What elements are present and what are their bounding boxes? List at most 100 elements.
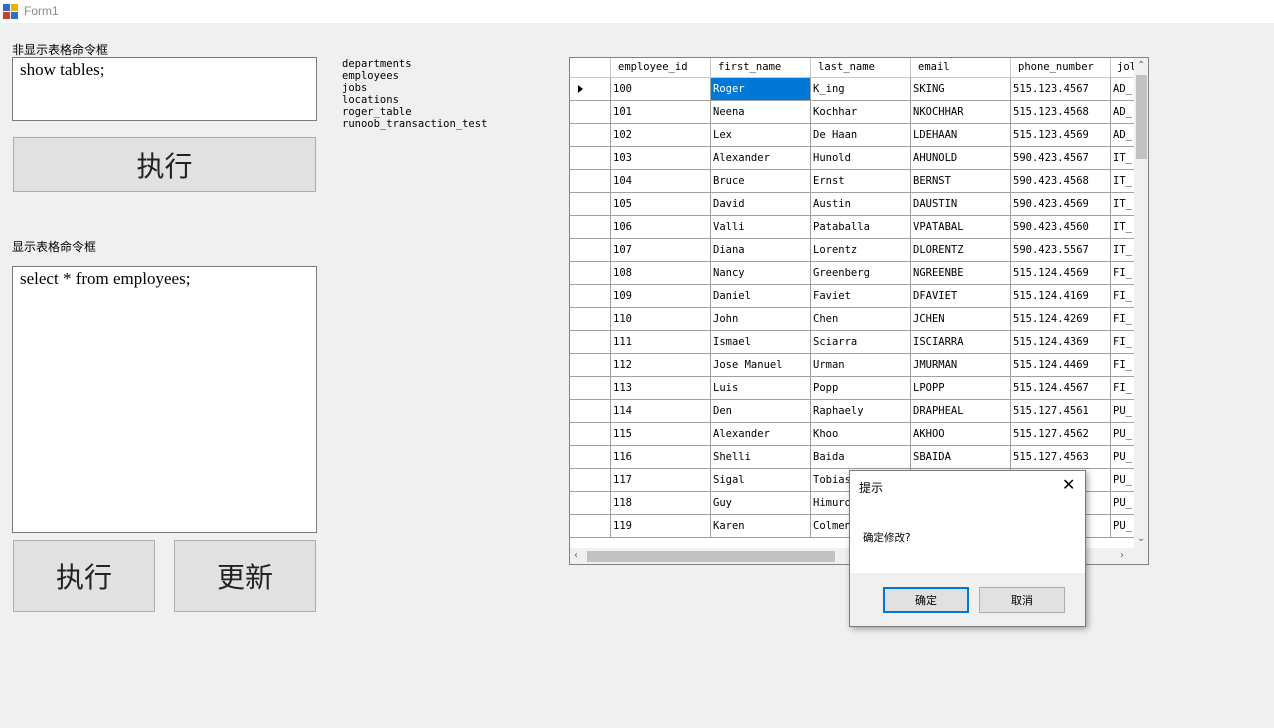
- row-header[interactable]: [570, 446, 611, 469]
- first-name-cell[interactable]: Alexander: [711, 423, 811, 446]
- phone-number-cell[interactable]: 515.123.4568: [1011, 101, 1111, 124]
- email-cell[interactable]: ISCIARRA: [911, 331, 1011, 354]
- first-name-cell[interactable]: Guy: [711, 492, 811, 515]
- table-row[interactable]: 111 Ismael Sciarra ISCIARRA 515.124.4369 FI_: [570, 331, 1134, 354]
- phone-number-cell[interactable]: 515.124.4369: [1011, 331, 1111, 354]
- email-cell[interactable]: SBAIDA: [911, 446, 1011, 469]
- employee-id-cell[interactable]: 101: [611, 101, 711, 124]
- email-cell[interactable]: BERNST: [911, 170, 1011, 193]
- row-header[interactable]: [570, 147, 611, 170]
- row-header[interactable]: [570, 400, 611, 423]
- phone-number-cell[interactable]: 515.127.4562: [1011, 423, 1111, 446]
- table-row[interactable]: 108 Nancy Greenberg NGREENBE 515.124.4569 FI_: [570, 262, 1134, 285]
- row-header[interactable]: [570, 193, 611, 216]
- phone-number-cell[interactable]: 515.124.4569: [1011, 262, 1111, 285]
- last-name-cell[interactable]: Hunold: [811, 147, 911, 170]
- row-header[interactable]: [570, 377, 611, 400]
- first-name-cell[interactable]: Daniel: [711, 285, 811, 308]
- scroll-left-icon[interactable]: ‹: [574, 551, 578, 561]
- employee-id-cell[interactable]: 111: [611, 331, 711, 354]
- last-name-cell[interactable]: Urman: [811, 354, 911, 377]
- first-name-cell[interactable]: Diana: [711, 239, 811, 262]
- employee-id-cell[interactable]: 100: [611, 78, 711, 101]
- job-id-cell[interactable]: PU_: [1111, 400, 1134, 423]
- row-header[interactable]: [570, 354, 611, 377]
- table-row[interactable]: 113 Luis Popp LPOPP 515.124.4567 FI_: [570, 377, 1134, 400]
- employee-id-cell[interactable]: 116: [611, 446, 711, 469]
- phone-number-cell[interactable]: 590.423.4569: [1011, 193, 1111, 216]
- employee-id-cell[interactable]: 115: [611, 423, 711, 446]
- last-name-cell[interactable]: Pataballa: [811, 216, 911, 239]
- employee-id-cell[interactable]: 106: [611, 216, 711, 239]
- first-name-cell[interactable]: Jose Manuel: [711, 354, 811, 377]
- job-id-cell[interactable]: IT_: [1111, 239, 1134, 262]
- non-table-command-input[interactable]: show tables;: [12, 57, 317, 121]
- job-id-cell[interactable]: FI_: [1111, 262, 1134, 285]
- employee-id-cell[interactable]: 109: [611, 285, 711, 308]
- employee-id-cell[interactable]: 102: [611, 124, 711, 147]
- job-id-cell[interactable]: IT_: [1111, 170, 1134, 193]
- row-header[interactable]: [570, 124, 611, 147]
- email-cell[interactable]: AKHOO: [911, 423, 1011, 446]
- phone-number-cell[interactable]: 590.423.4568: [1011, 170, 1111, 193]
- row-header[interactable]: [570, 216, 611, 239]
- last-name-cell[interactable]: Faviet: [811, 285, 911, 308]
- job-id-cell[interactable]: AD_: [1111, 101, 1134, 124]
- table-row[interactable]: 102 Lex De Haan LDEHAAN 515.123.4569 AD_: [570, 124, 1134, 147]
- job-id-cell[interactable]: FI_: [1111, 354, 1134, 377]
- last-name-cell[interactable]: Lorentz: [811, 239, 911, 262]
- update-button[interactable]: 更新: [174, 540, 316, 612]
- column-header-last-name[interactable]: last_name: [811, 58, 911, 78]
- row-header[interactable]: [570, 78, 611, 101]
- execute-non-table-button[interactable]: 执行: [13, 137, 316, 192]
- row-header[interactable]: [570, 308, 611, 331]
- last-name-cell[interactable]: Kochhar: [811, 101, 911, 124]
- vertical-scrollbar[interactable]: ⌃ ⌄: [1134, 58, 1148, 548]
- email-cell[interactable]: DAUSTIN: [911, 193, 1011, 216]
- first-name-cell[interactable]: Ismael: [711, 331, 811, 354]
- email-cell[interactable]: LDEHAAN: [911, 124, 1011, 147]
- phone-number-cell[interactable]: 515.124.4169: [1011, 285, 1111, 308]
- table-row[interactable]: 100 Roger K_ing SKING 515.123.4567 AD_: [570, 78, 1134, 101]
- email-cell[interactable]: DLORENTZ: [911, 239, 1011, 262]
- column-header-employee-id[interactable]: employee_id: [611, 58, 711, 78]
- first-name-cell[interactable]: Shelli: [711, 446, 811, 469]
- first-name-cell[interactable]: Nancy: [711, 262, 811, 285]
- first-name-cell[interactable]: Valli: [711, 216, 811, 239]
- first-name-cell[interactable]: Sigal: [711, 469, 811, 492]
- job-id-cell[interactable]: AD_: [1111, 78, 1134, 101]
- grid-corner-header[interactable]: [570, 58, 611, 78]
- dialog-ok-button[interactable]: 确定: [883, 587, 969, 613]
- job-id-cell[interactable]: FI_: [1111, 377, 1134, 400]
- last-name-cell[interactable]: Austin: [811, 193, 911, 216]
- phone-number-cell[interactable]: 515.124.4567: [1011, 377, 1111, 400]
- column-header-job-id[interactable]: jol: [1111, 58, 1134, 78]
- close-icon[interactable]: ✕: [1062, 477, 1075, 493]
- email-cell[interactable]: DFAVIET: [911, 285, 1011, 308]
- first-name-cell[interactable]: David: [711, 193, 811, 216]
- table-row[interactable]: 106 Valli Pataballa VPATABAL 590.423.4560 IT_: [570, 216, 1134, 239]
- table-row[interactable]: 115 Alexander Khoo AKHOO 515.127.4562 PU_: [570, 423, 1134, 446]
- last-name-cell[interactable]: Raphaely: [811, 400, 911, 423]
- last-name-cell[interactable]: Ernst: [811, 170, 911, 193]
- last-name-cell[interactable]: Sciarra: [811, 331, 911, 354]
- employee-id-cell[interactable]: 110: [611, 308, 711, 331]
- email-cell[interactable]: AHUNOLD: [911, 147, 1011, 170]
- phone-number-cell[interactable]: 515.127.4563: [1011, 446, 1111, 469]
- employee-id-cell[interactable]: 104: [611, 170, 711, 193]
- last-name-cell[interactable]: Baida: [811, 446, 911, 469]
- row-header[interactable]: [570, 170, 611, 193]
- last-name-cell[interactable]: K_ing: [811, 78, 911, 101]
- first-name-cell[interactable]: Luis: [711, 377, 811, 400]
- first-name-cell[interactable]: John: [711, 308, 811, 331]
- column-header-phone-number[interactable]: phone_number: [1011, 58, 1111, 78]
- column-header-first-name[interactable]: first_name: [711, 58, 811, 78]
- employee-id-cell[interactable]: 112: [611, 354, 711, 377]
- email-cell[interactable]: JMURMAN: [911, 354, 1011, 377]
- first-name-cell[interactable]: Roger: [711, 78, 811, 101]
- job-id-cell[interactable]: AD_: [1111, 124, 1134, 147]
- job-id-cell[interactable]: PU_: [1111, 469, 1134, 492]
- email-cell[interactable]: SKING: [911, 78, 1011, 101]
- employee-id-cell[interactable]: 118: [611, 492, 711, 515]
- table-row[interactable]: 114 Den Raphaely DRAPHEAL 515.127.4561 PU_: [570, 400, 1134, 423]
